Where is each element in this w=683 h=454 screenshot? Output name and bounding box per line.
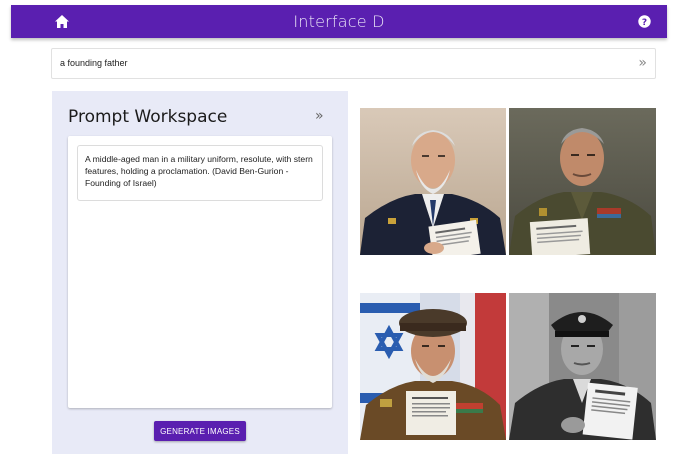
workspace-title: Prompt Workspace bbox=[68, 107, 228, 127]
generated-image-2[interactable] bbox=[509, 108, 656, 255]
prompt-card: A middle-aged man in a military uniform,… bbox=[68, 136, 332, 408]
generate-images-button[interactable]: GENERATE IMAGES bbox=[154, 421, 246, 441]
prompt-text-field[interactable]: A middle-aged man in a military uniform,… bbox=[77, 145, 323, 201]
workspace-expand-icon[interactable]: » bbox=[315, 108, 324, 124]
app-bar: Interface D ? bbox=[11, 5, 667, 38]
generated-image-1[interactable] bbox=[360, 108, 506, 255]
prompt-workspace-panel: Prompt Workspace » A middle-aged man in … bbox=[52, 91, 348, 454]
app-title: Interface D bbox=[293, 12, 385, 31]
double-chevron-right-icon[interactable]: » bbox=[638, 55, 647, 71]
search-input-value[interactable]: a founding father bbox=[60, 58, 128, 68]
home-icon[interactable] bbox=[54, 14, 70, 29]
search-input[interactable]: a founding father » bbox=[51, 48, 656, 79]
generated-image-4[interactable] bbox=[509, 293, 656, 440]
generated-image-3[interactable] bbox=[360, 293, 506, 440]
help-icon[interactable]: ? bbox=[638, 15, 651, 28]
svg-text:?: ? bbox=[642, 18, 647, 28]
